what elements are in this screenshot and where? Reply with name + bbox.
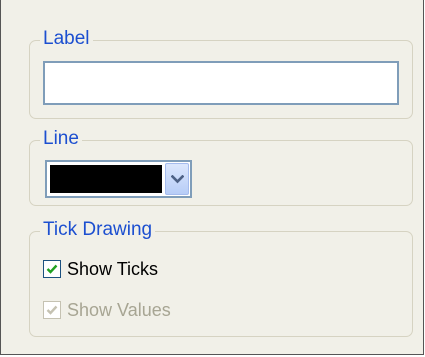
checkmark-icon xyxy=(46,305,58,315)
show-values-checkbox-row: Show Values xyxy=(43,299,171,321)
line-group-title: Line xyxy=(40,128,82,150)
dropdown-button[interactable] xyxy=(165,163,189,195)
line-color-dropdown[interactable] xyxy=(45,160,192,198)
show-values-label: Show Values xyxy=(67,300,171,320)
line-group: Line xyxy=(29,128,413,206)
properties-panel: Label Line Tick Drawing Show Ticks Show … xyxy=(0,0,424,355)
show-values-checkbox xyxy=(43,301,61,319)
tick-drawing-group-title: Tick Drawing xyxy=(40,219,156,241)
label-group: Label xyxy=(29,28,413,119)
line-color-swatch xyxy=(50,165,162,193)
checkmark-icon xyxy=(46,264,58,274)
label-group-title: Label xyxy=(40,28,93,50)
show-ticks-checkbox[interactable] xyxy=(43,260,61,278)
label-input[interactable] xyxy=(43,61,399,105)
show-ticks-checkbox-row[interactable]: Show Ticks xyxy=(43,258,158,280)
chevron-down-icon xyxy=(171,175,184,184)
show-ticks-label: Show Ticks xyxy=(67,259,159,279)
tick-drawing-group: Tick Drawing Show Ticks Show Values xyxy=(29,219,413,337)
